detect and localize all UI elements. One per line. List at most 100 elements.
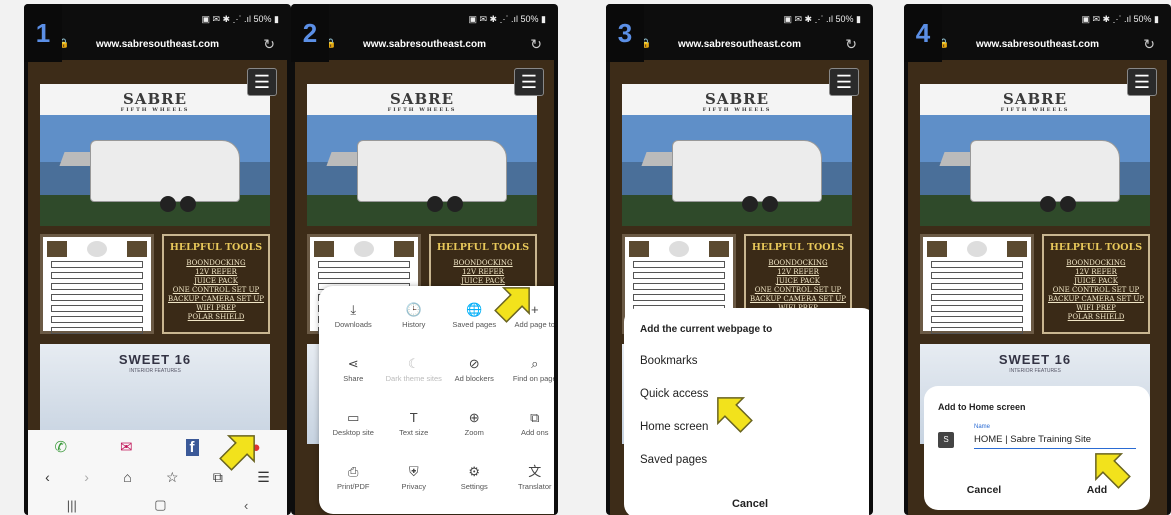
- tool-link[interactable]: BOONDOCKING: [1044, 259, 1148, 268]
- menu-icon[interactable]: ☰: [257, 469, 270, 486]
- menu-item-label: Downloads: [334, 320, 372, 329]
- phone-icon[interactable]: ✆: [54, 438, 67, 456]
- menu-item[interactable]: ⛨ Privacy: [384, 462, 445, 510]
- menu-item-icon: ⋖: [347, 356, 359, 371]
- table-row: [931, 305, 1023, 312]
- menu-item-icon: ⧉: [530, 410, 540, 425]
- menu-item-label: Text size: [399, 428, 429, 437]
- home-icon[interactable]: ⌂: [123, 469, 131, 485]
- table-row: [633, 294, 725, 301]
- menu-item-label: Add ons: [520, 428, 549, 437]
- reload-icon[interactable]: ↻: [1143, 36, 1155, 53]
- menu-item-label: Saved pages: [452, 320, 497, 329]
- hamburger-menu-icon[interactable]: ☰: [247, 68, 277, 96]
- tool-link[interactable]: BOONDOCKING: [431, 259, 535, 268]
- back-icon[interactable]: ‹: [45, 469, 50, 485]
- table-row: [51, 305, 143, 312]
- home-button-icon[interactable]: ▢: [154, 497, 166, 513]
- table-row: [931, 272, 1023, 279]
- brand-logo: SABRE FIFTH WHEELS: [702, 90, 772, 113]
- bookmark-icon[interactable]: ☆: [166, 469, 179, 486]
- url-text[interactable]: www.sabresoutheast.com: [678, 39, 801, 50]
- reload-icon[interactable]: ↻: [530, 36, 542, 53]
- browser-screen: ▣ ✉ ✱ ⋰ .ıl 50% ▮ 🔒 www.sabresoutheast.c…: [295, 8, 554, 515]
- cancel-button[interactable]: Cancel: [624, 498, 869, 510]
- add-option[interactable]: Bookmarks: [624, 345, 869, 378]
- back-button-icon[interactable]: ‹: [244, 498, 248, 513]
- table-row: [931, 316, 1023, 323]
- facebook-icon[interactable]: f: [185, 438, 199, 456]
- tool-link[interactable]: WIFI PREP: [164, 304, 268, 313]
- mail-icon[interactable]: ✉: [120, 438, 133, 456]
- tool-link[interactable]: POLAR SHIELD: [1044, 313, 1148, 322]
- tool-link[interactable]: ONE CONTROL SET UP: [1044, 286, 1148, 295]
- tool-link[interactable]: WIFI PREP: [1044, 304, 1148, 313]
- reload-icon[interactable]: ↻: [263, 36, 275, 53]
- menu-item[interactable]: T Text size: [384, 408, 445, 456]
- address-bar[interactable]: 🔒 www.sabresoutheast.com ↻: [908, 30, 1167, 60]
- menu-item[interactable]: ⚙ Settings: [444, 462, 505, 510]
- forward-icon[interactable]: ›: [84, 469, 89, 485]
- menu-item[interactable]: ☾ Dark theme sites: [384, 354, 445, 402]
- menu-item[interactable]: 文 Translator: [505, 462, 555, 510]
- rv-image: [970, 140, 1120, 202]
- tool-link[interactable]: JUICE PACK: [164, 277, 268, 286]
- table-row: [931, 261, 1023, 268]
- menu-item[interactable]: ⎙ Print/PDF: [323, 462, 384, 510]
- menu-item[interactable]: 🕒 History: [384, 300, 445, 348]
- menu-item-icon: ⎙: [348, 464, 359, 479]
- cancel-button[interactable]: Cancel: [967, 484, 1001, 496]
- brand-logo: SABRE FIFTH WHEELS: [387, 90, 457, 113]
- tool-link[interactable]: 12V REFER: [164, 268, 268, 277]
- tool-link[interactable]: BACKUP CAMERA SET UP: [746, 295, 850, 304]
- add-option[interactable]: Saved pages: [624, 444, 869, 477]
- browser-screen: ▣ ✉ ✱ ⋰ .ıl 50% ▮ 🔒 www.sabresoutheast.c…: [908, 8, 1167, 515]
- tool-link[interactable]: POLAR SHIELD: [164, 313, 268, 322]
- tool-link[interactable]: JUICE PACK: [1044, 277, 1148, 286]
- tools-title: HELPFUL TOOLS: [1049, 242, 1143, 253]
- menu-item-icon: 🕒: [405, 302, 422, 317]
- menu-item[interactable]: ⊘ Ad blockers: [444, 354, 505, 402]
- menu-item[interactable]: ⌕ Find on page: [505, 354, 554, 402]
- url-text[interactable]: www.sabresoutheast.com: [96, 39, 219, 50]
- menu-item[interactable]: ⊕ Zoom: [444, 408, 505, 456]
- recents-icon[interactable]: |||: [67, 498, 77, 513]
- menu-item[interactable]: ⧉ Add ons: [505, 408, 555, 456]
- url-text[interactable]: www.sabresoutheast.com: [363, 39, 486, 50]
- address-bar[interactable]: 🔒 www.sabresoutheast.com ↻: [295, 30, 554, 60]
- tool-link[interactable]: 12V REFER: [746, 268, 850, 277]
- menu-item-label: Share: [343, 374, 364, 383]
- address-bar[interactable]: 🔒 www.sabresoutheast.com ↻: [28, 30, 287, 60]
- hamburger-menu-icon[interactable]: ☰: [514, 68, 544, 96]
- menu-item[interactable]: ⋖ Share: [323, 354, 384, 402]
- menu-item-label: Privacy: [401, 482, 427, 491]
- table-row: [318, 272, 410, 279]
- address-bar[interactable]: 🔒 www.sabresoutheast.com ↻: [610, 30, 869, 60]
- menu-item-label: Find on page: [512, 374, 554, 383]
- hamburger-menu-icon[interactable]: ☰: [829, 68, 859, 96]
- menu-item-icon: ⤓: [350, 302, 357, 317]
- menu-item-label: Translator: [518, 482, 552, 491]
- tabs-icon[interactable]: ⧉: [213, 469, 223, 486]
- table-row: [51, 316, 143, 323]
- menu-item-icon: T: [409, 410, 418, 425]
- menu-item[interactable]: ▭ Desktop site: [323, 408, 384, 456]
- tool-link[interactable]: BACKUP CAMERA SET UP: [1044, 295, 1148, 304]
- hamburger-menu-icon[interactable]: ☰: [1127, 68, 1157, 96]
- tool-link[interactable]: BOONDOCKING: [164, 259, 268, 268]
- table-row: [931, 283, 1023, 290]
- tools-title: HELPFUL TOOLS: [169, 242, 263, 253]
- table-row: [931, 327, 1023, 334]
- link-table-card: [40, 234, 154, 334]
- menu-item-icon: ⚙: [468, 464, 481, 479]
- tool-link[interactable]: BOONDOCKING: [746, 259, 850, 268]
- tool-link[interactable]: ONE CONTROL SET UP: [746, 286, 850, 295]
- tool-link[interactable]: ONE CONTROL SET UP: [164, 286, 268, 295]
- tool-link[interactable]: JUICE PACK: [746, 277, 850, 286]
- tool-link[interactable]: 12V REFER: [1044, 268, 1148, 277]
- url-text[interactable]: www.sabresoutheast.com: [976, 39, 1099, 50]
- menu-item-icon: ⌕: [531, 356, 539, 371]
- tool-link[interactable]: BACKUP CAMERA SET UP: [164, 295, 268, 304]
- menu-item[interactable]: ⤓ Downloads: [323, 300, 384, 348]
- reload-icon[interactable]: ↻: [845, 36, 857, 53]
